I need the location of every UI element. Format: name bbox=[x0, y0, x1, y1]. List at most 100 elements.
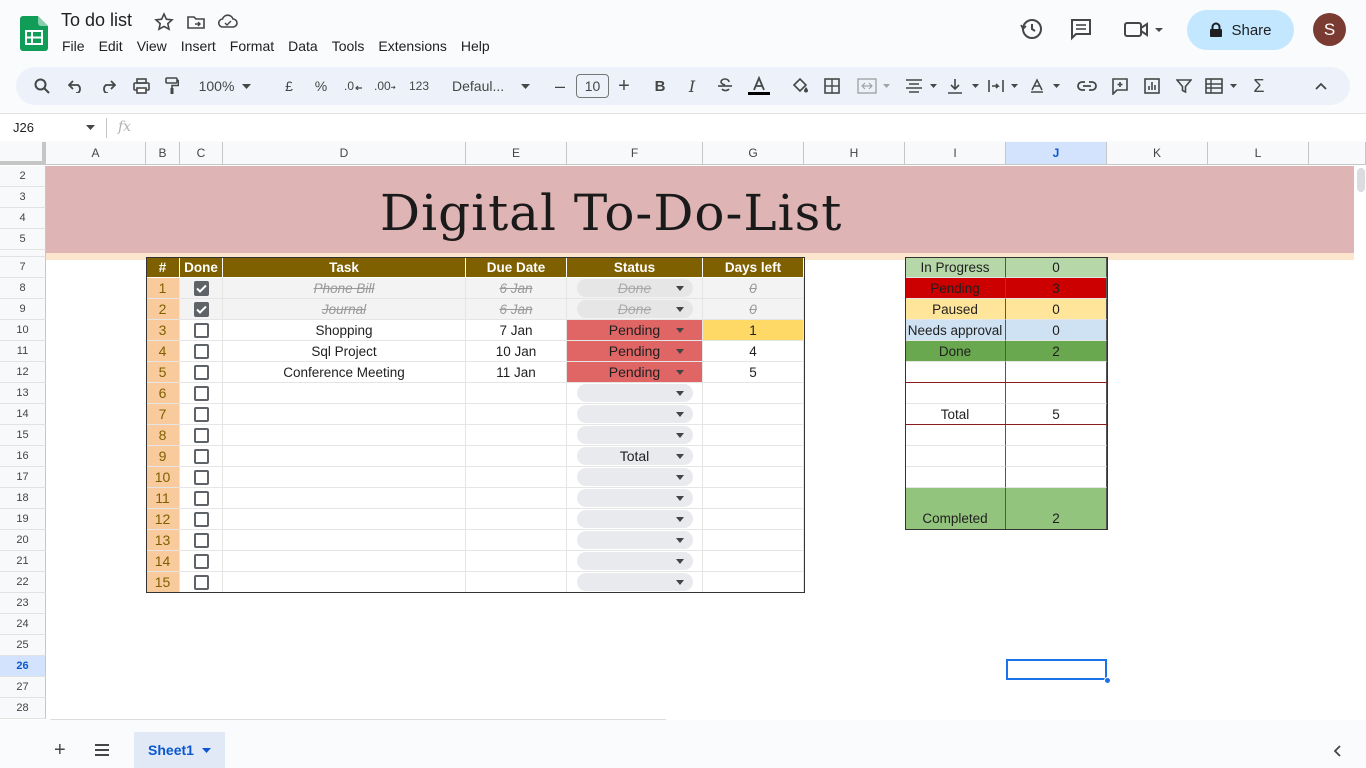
summary-empty-cell[interactable] bbox=[905, 383, 1006, 404]
status-dropdown[interactable] bbox=[576, 510, 693, 528]
summary-value-cell[interactable]: 2 bbox=[1006, 341, 1107, 362]
status-dropdown[interactable] bbox=[576, 468, 693, 486]
star-icon[interactable] bbox=[154, 12, 174, 32]
todo-done-cell[interactable] bbox=[180, 572, 223, 593]
status-dropdown[interactable]: Done bbox=[576, 279, 693, 297]
done-checkbox[interactable] bbox=[193, 322, 209, 338]
row-header-23[interactable]: 23 bbox=[0, 593, 46, 614]
menu-tools[interactable]: Tools bbox=[332, 38, 371, 54]
todo-due-cell[interactable]: 6 Jan bbox=[466, 278, 567, 299]
todo-header-status[interactable]: Status bbox=[567, 257, 703, 278]
done-checkbox[interactable] bbox=[193, 469, 209, 485]
row-header-24[interactable]: 24 bbox=[0, 614, 46, 635]
summary-completed-label[interactable]: Completed bbox=[905, 488, 1006, 530]
todo-done-cell[interactable] bbox=[180, 383, 223, 404]
todo-days-left-cell[interactable] bbox=[703, 530, 804, 551]
done-checkbox[interactable] bbox=[193, 343, 209, 359]
todo-status-cell[interactable] bbox=[567, 551, 703, 572]
collapse-toolbar-icon[interactable] bbox=[1312, 76, 1330, 96]
version-history-icon[interactable] bbox=[1019, 16, 1045, 42]
todo-status-cell[interactable]: Pending bbox=[567, 341, 703, 362]
italic-icon[interactable]: I bbox=[684, 76, 700, 96]
todo-task-cell[interactable] bbox=[223, 488, 466, 509]
row-header-15[interactable]: 15 bbox=[0, 425, 46, 446]
todo-done-cell[interactable] bbox=[180, 320, 223, 341]
todo-due-cell[interactable] bbox=[466, 446, 567, 467]
done-checkbox[interactable] bbox=[193, 574, 209, 590]
font-size-increase-button[interactable]: + bbox=[616, 75, 632, 97]
row-header-20[interactable]: 20 bbox=[0, 530, 46, 551]
summary-value-cell[interactable]: 0 bbox=[1006, 320, 1107, 341]
todo-status-cell[interactable] bbox=[567, 509, 703, 530]
todo-status-cell[interactable] bbox=[567, 425, 703, 446]
menu-edit[interactable]: Edit bbox=[99, 38, 129, 54]
todo-days-left-cell[interactable] bbox=[703, 572, 804, 593]
todo-done-cell[interactable] bbox=[180, 425, 223, 446]
menu-insert[interactable]: Insert bbox=[181, 38, 222, 54]
todo-row-number[interactable]: 9 bbox=[146, 446, 180, 467]
todo-task-cell[interactable]: Sql Project bbox=[223, 341, 466, 362]
summary-label-cell[interactable]: Paused bbox=[905, 299, 1006, 320]
todo-due-cell[interactable]: 10 Jan bbox=[466, 341, 567, 362]
menu-extensions[interactable]: Extensions bbox=[378, 38, 452, 54]
done-checkbox[interactable] bbox=[193, 301, 209, 317]
text-color-icon[interactable] bbox=[747, 76, 771, 96]
column-header-j[interactable]: J bbox=[1006, 142, 1107, 165]
todo-status-cell[interactable] bbox=[567, 572, 703, 593]
font-family-select[interactable]: Defaul... bbox=[452, 76, 530, 96]
row-header-12[interactable]: 12 bbox=[0, 362, 46, 383]
status-dropdown[interactable]: Pending bbox=[577, 342, 693, 360]
todo-task-cell[interactable]: Journal bbox=[223, 299, 466, 320]
row-header-27[interactable]: 27 bbox=[0, 677, 46, 698]
todo-days-left-cell[interactable]: 0 bbox=[703, 278, 804, 299]
todo-done-cell[interactable] bbox=[180, 404, 223, 425]
todo-status-cell[interactable] bbox=[567, 467, 703, 488]
todo-days-left-cell[interactable]: 0 bbox=[703, 299, 804, 320]
row-header-18[interactable]: 18 bbox=[0, 488, 46, 509]
redo-icon[interactable] bbox=[98, 76, 118, 96]
borders-icon[interactable] bbox=[822, 76, 842, 96]
todo-due-cell[interactable]: 11 Jan bbox=[466, 362, 567, 383]
vertical-scroll-thumb[interactable] bbox=[1357, 168, 1365, 192]
todo-row-number[interactable]: 12 bbox=[146, 509, 180, 530]
todo-row-number[interactable]: 8 bbox=[146, 425, 180, 446]
todo-row-number[interactable]: 15 bbox=[146, 572, 180, 593]
fill-handle[interactable] bbox=[1104, 677, 1111, 684]
todo-row-number[interactable]: 14 bbox=[146, 551, 180, 572]
todo-done-cell[interactable] bbox=[180, 509, 223, 530]
increase-decimal-button[interactable]: .00 bbox=[374, 76, 396, 96]
done-checkbox[interactable] bbox=[193, 532, 209, 548]
done-checkbox[interactable] bbox=[193, 448, 209, 464]
row-header-19[interactable]: 19 bbox=[0, 509, 46, 530]
done-checkbox[interactable] bbox=[193, 553, 209, 569]
row-header-2[interactable]: 2 bbox=[0, 166, 46, 187]
summary-empty-cell[interactable] bbox=[1006, 467, 1107, 488]
summary-total-value[interactable]: 5 bbox=[1006, 404, 1107, 425]
todo-row-number[interactable]: 13 bbox=[146, 530, 180, 551]
formula-input[interactable] bbox=[146, 119, 1346, 137]
summary-empty-cell[interactable] bbox=[1006, 446, 1107, 467]
status-dropdown[interactable] bbox=[576, 552, 693, 570]
row-header-21[interactable]: 21 bbox=[0, 551, 46, 572]
todo-status-cell[interactable]: Done bbox=[567, 278, 703, 299]
row-header-14[interactable]: 14 bbox=[0, 404, 46, 425]
all-sheets-icon[interactable] bbox=[94, 744, 110, 756]
insert-comment-icon[interactable] bbox=[1110, 76, 1130, 96]
merge-cells-icon[interactable] bbox=[856, 76, 892, 96]
row-header-9[interactable]: 9 bbox=[0, 299, 46, 320]
font-size-decrease-button[interactable]: – bbox=[552, 76, 568, 96]
cloud-saved-icon[interactable] bbox=[217, 12, 239, 32]
column-header-f[interactable]: F bbox=[567, 142, 703, 165]
row-header-25[interactable]: 25 bbox=[0, 635, 46, 656]
column-header-d[interactable]: D bbox=[223, 142, 466, 165]
sheet-tab-sheet1[interactable]: Sheet1 bbox=[134, 732, 225, 768]
print-icon[interactable] bbox=[131, 76, 151, 96]
todo-days-left-cell[interactable] bbox=[703, 551, 804, 572]
menu-view[interactable]: View bbox=[137, 38, 173, 54]
status-dropdown[interactable] bbox=[576, 426, 693, 444]
name-box[interactable]: J26 bbox=[13, 120, 34, 135]
fill-color-icon[interactable] bbox=[789, 76, 811, 96]
active-cell-selection[interactable] bbox=[1006, 659, 1107, 680]
column-header-i[interactable]: I bbox=[905, 142, 1006, 165]
status-dropdown[interactable] bbox=[576, 573, 693, 591]
